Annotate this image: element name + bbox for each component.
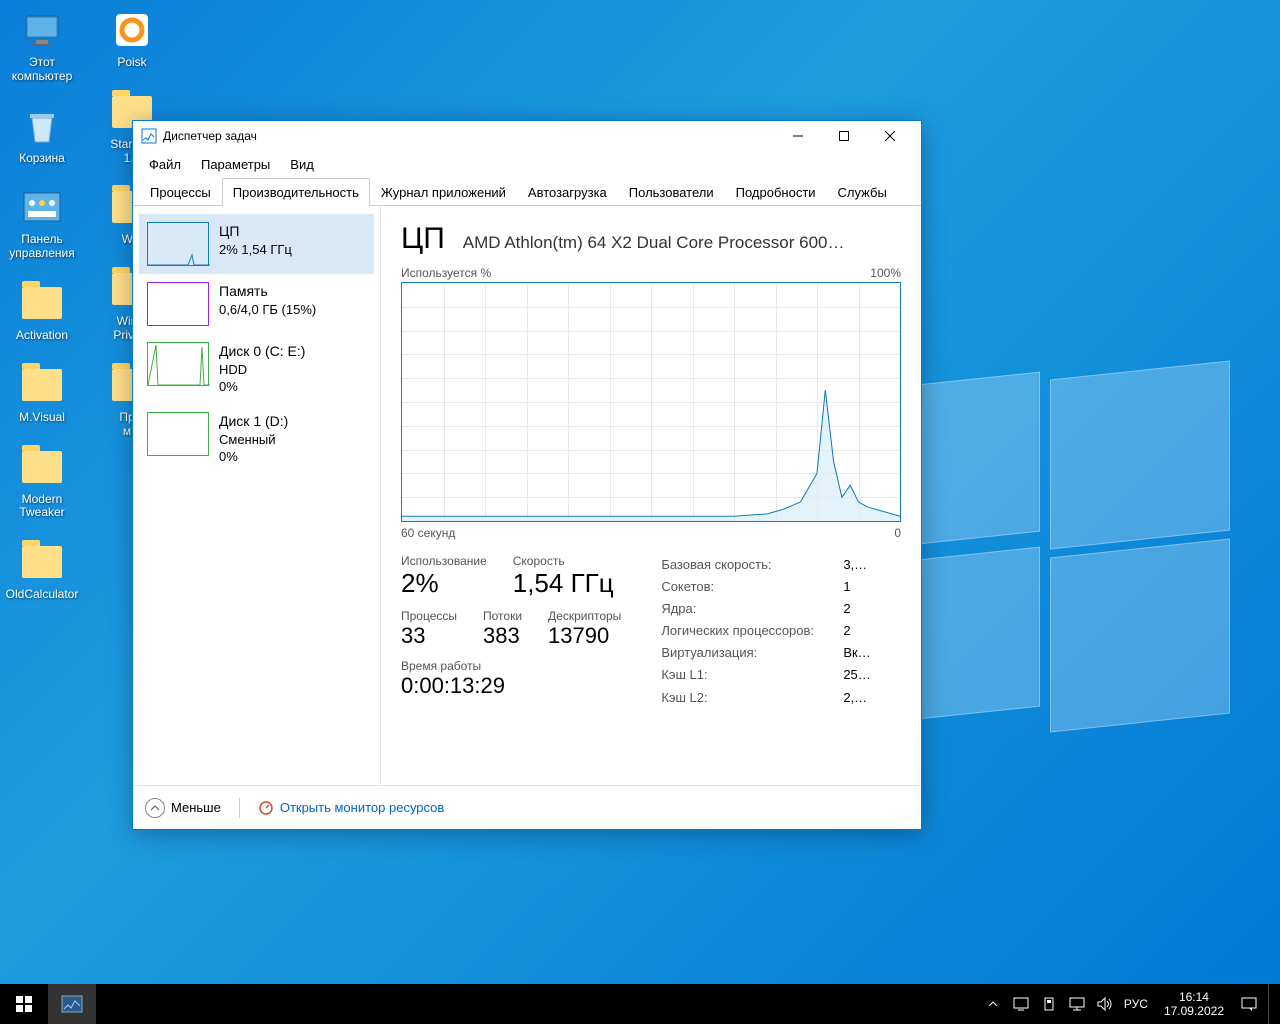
stat: Использование2%: [401, 554, 487, 599]
spec-row: Виртуализация:Вк…: [661, 642, 870, 664]
tab-0[interactable]: Процессы: [139, 178, 222, 206]
cpanel-icon: [20, 185, 64, 229]
start-button[interactable]: [0, 984, 48, 1024]
fewer-details-button[interactable]: Меньше: [145, 798, 221, 818]
task-manager-window: Диспетчер задач ФайлПараметрыВид Процесс…: [132, 120, 922, 830]
pc-icon: [20, 8, 64, 52]
stat: Процессы33: [401, 609, 457, 649]
tab-5[interactable]: Подробности: [725, 178, 827, 206]
perf-sidebar: ЦП2% 1,54 ГГц Память0,6/4,0 ГБ (15%) Диск …: [133, 206, 381, 785]
windows-logo: [880, 380, 1240, 740]
desktop-icon-label: Activation: [16, 329, 68, 343]
chart-label-100: 100%: [870, 266, 901, 280]
sidebar-text: Диск 1 (D:)Сменный0%: [219, 412, 288, 466]
window-footer: Меньше Открыть монитор ресурсов: [133, 785, 921, 829]
tab-4[interactable]: Пользователи: [618, 178, 725, 206]
spec-row: Логических процессоров:2: [661, 620, 870, 642]
chart-label-usage: Используется %: [401, 266, 491, 280]
spec-row: Кэш L1:25…: [661, 664, 870, 686]
desktop-icon-label: Корзина: [19, 152, 65, 166]
sidebar-item-2[interactable]: Диск 0 (C: E:)HDD0%: [139, 334, 374, 404]
maximize-button[interactable]: [821, 121, 867, 151]
desktop-icon[interactable]: Этоткомпьютер: [4, 8, 80, 84]
tray-removable-icon[interactable]: [1040, 995, 1058, 1013]
window-title: Диспетчер задач: [163, 129, 257, 143]
chart-label-0: 0: [894, 526, 901, 540]
sidebar-thumb: [147, 342, 209, 386]
desktop-icon[interactable]: M.Visual: [4, 363, 80, 425]
menu-Файл[interactable]: Файл: [141, 155, 189, 174]
sidebar-text: ЦП2% 1,54 ГГц: [219, 222, 292, 266]
sidebar-item-3[interactable]: Диск 1 (D:)Сменный0%: [139, 404, 374, 474]
show-desktop-button[interactable]: [1268, 984, 1274, 1024]
desktop-icon-label: Poisk: [117, 56, 146, 70]
taskbar: РУС 16:14 17.09.2022: [0, 984, 1280, 1024]
spec-row: Сокетов:1: [661, 576, 870, 598]
desktop-icon-label: ModernTweaker: [19, 493, 64, 521]
desktop-icon[interactable]: Корзина: [4, 104, 80, 166]
tab-1[interactable]: Производительность: [222, 178, 370, 206]
cpu-heading: ЦП: [401, 222, 445, 256]
minimize-button[interactable]: [775, 121, 821, 151]
perf-main: ЦП AMD Athlon(tm) 64 X2 Dual Core Proces…: [381, 206, 921, 785]
sidebar-text: Память0,6/4,0 ГБ (15%): [219, 282, 316, 326]
chevron-up-icon: [145, 798, 165, 818]
tray-clock[interactable]: 16:14 17.09.2022: [1158, 990, 1230, 1019]
stat: Скорость1,54 ГГц: [513, 554, 614, 599]
tray-volume-icon[interactable]: [1096, 995, 1114, 1013]
folder-icon: [20, 445, 64, 489]
desktop-wallpaper: Этоткомпьютер Корзина Панельуправления Acti…: [0, 0, 1280, 1024]
titlebar[interactable]: Диспетчер задач: [133, 121, 921, 151]
folder-icon: [20, 363, 64, 407]
recycle-icon: [20, 104, 64, 148]
sidebar-text: Диск 0 (C: E:)HDD0%: [219, 342, 305, 396]
spec-row: Ядра:2: [661, 598, 870, 620]
tab-6[interactable]: Службы: [827, 178, 898, 206]
app-icon: [110, 8, 154, 52]
close-button[interactable]: [867, 121, 913, 151]
sidebar-item-1[interactable]: Память0,6/4,0 ГБ (15%): [139, 274, 374, 334]
tray-notifications-icon[interactable]: [1240, 995, 1258, 1013]
spec-row: Базовая скорость:3,…: [661, 554, 870, 576]
tray-network-icon[interactable]: [1068, 995, 1086, 1013]
stat: Потоки383: [483, 609, 522, 649]
resmon-icon: [258, 800, 274, 816]
tray-chevron-up-icon[interactable]: [984, 995, 1002, 1013]
sidebar-item-0[interactable]: ЦП2% 1,54 ГГц: [139, 214, 374, 274]
stat-uptime: Время работы0:00:13:29: [401, 659, 621, 699]
spec-row: Кэш L2:2,…: [661, 687, 870, 709]
desktop-icon-label: OldCalculator: [6, 588, 79, 602]
cpu-name: AMD Athlon(tm) 64 X2 Dual Core Processor…: [463, 233, 845, 253]
desktop-icon[interactable]: Poisk: [94, 8, 170, 70]
desktop-icon-label: Панельуправления: [9, 233, 74, 261]
menu-Параметры[interactable]: Параметры: [193, 155, 278, 174]
chart-label-60s: 60 секунд: [401, 526, 455, 540]
tab-3[interactable]: Автозагрузка: [517, 178, 618, 206]
folder-icon: [20, 540, 64, 584]
desktop-icon[interactable]: Activation: [4, 281, 80, 343]
menubar: ФайлПараметрыВид: [133, 151, 921, 177]
desktop-icon-label: Этоткомпьютер: [12, 56, 73, 84]
app-icon: [141, 128, 157, 144]
desktop-icon[interactable]: OldCalculator: [4, 540, 80, 602]
sidebar-thumb: [147, 222, 209, 266]
tray-language[interactable]: РУС: [1124, 997, 1148, 1011]
folder-icon: [20, 281, 64, 325]
cpu-chart[interactable]: [401, 282, 901, 522]
desktop-icon-label: M.Visual: [19, 411, 65, 425]
desktop-icon[interactable]: Панельуправления: [4, 185, 80, 261]
divider: [239, 798, 240, 818]
open-resource-monitor-link[interactable]: Открыть монитор ресурсов: [258, 800, 444, 816]
menu-Вид[interactable]: Вид: [282, 155, 322, 174]
tab-2[interactable]: Журнал приложений: [370, 178, 517, 206]
tray-vm-icon[interactable]: [1012, 995, 1030, 1013]
stat: Дескрипторы13790: [548, 609, 621, 649]
sidebar-thumb: [147, 282, 209, 326]
desktop-icon[interactable]: ModernTweaker: [4, 445, 80, 521]
tab-strip: ПроцессыПроизводительностьЖурнал приложе…: [133, 177, 921, 206]
sidebar-thumb: [147, 412, 209, 456]
taskbar-task-manager[interactable]: [48, 984, 96, 1024]
